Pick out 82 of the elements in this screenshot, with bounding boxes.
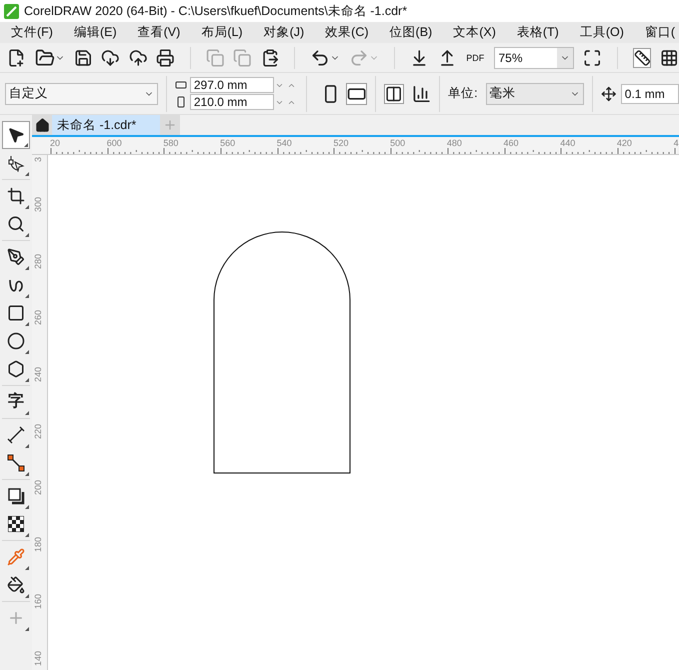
ruler-label: 4 (674, 138, 679, 148)
ruler-label: 200 (33, 480, 43, 496)
ruler-label: 500 (390, 138, 406, 148)
paint-bucket-icon (7, 576, 25, 594)
bars-icon[interactable] (412, 84, 432, 104)
plus-icon (7, 609, 25, 627)
cloud-download-icon[interactable] (101, 48, 120, 68)
unit-label: 单位: (448, 85, 478, 102)
ruler-label: 160 (33, 594, 43, 609)
pointer-icon (7, 126, 25, 144)
menu-item[interactable]: 文件(F) (11, 23, 53, 42)
nudge-icon (601, 86, 617, 102)
ruler-label: 240 (33, 367, 43, 382)
menu-item[interactable]: 文本(X) (453, 23, 496, 42)
app-logo-icon (4, 4, 19, 18)
menu-item[interactable]: 对象(J) (264, 23, 304, 42)
ruler-label: 600 (106, 138, 122, 148)
width-field[interactable]: 297.0 mm (190, 77, 274, 93)
folder-icon[interactable] (34, 48, 55, 68)
zoom-combo[interactable]: 75% (494, 46, 574, 68)
window-title: CorelDRAW 2020 (64-Bit) - C:\Users\fkuef\Documents\未命名 -1.cdr* (24, 2, 408, 20)
page-height-icon (174, 96, 187, 108)
ruler-label: 280 (33, 254, 43, 269)
ruler-icon[interactable] (632, 48, 652, 68)
print-icon[interactable] (156, 48, 175, 68)
ruler-label: 460 (504, 138, 519, 148)
ruler-label: 260 (33, 310, 43, 326)
unit-dropdown[interactable]: 毫米 (486, 82, 584, 104)
hexagon-icon (7, 360, 25, 378)
rectangle-icon (7, 304, 25, 322)
ruler-label: 20 (50, 138, 60, 148)
menu-item[interactable]: 布局(L) (201, 23, 243, 42)
connector-icon (7, 454, 25, 472)
full-screen-icon[interactable] (583, 48, 602, 68)
document-tab[interactable]: 未命名 -1.cdr* (52, 115, 160, 135)
ruler-label: 480 (446, 138, 462, 148)
menu-item[interactable]: 查看(V) (138, 23, 180, 42)
menu-item[interactable]: 工具(O) (580, 23, 624, 42)
menu-item[interactable]: 编辑(E) (74, 23, 117, 42)
eyedropper-icon (7, 548, 25, 566)
plus-icon (163, 118, 177, 132)
ruler-label: 420 (616, 138, 632, 148)
ruler-label: 580 (163, 138, 178, 148)
nudge-field[interactable]: 0.1 mm (620, 84, 679, 104)
page-size-dropdown[interactable]: 自定义 (5, 82, 158, 104)
menu-item[interactable]: 效果(C) (325, 23, 369, 42)
ruler-label: 180 (33, 537, 43, 552)
menu-item[interactable]: 表格(T) (516, 23, 559, 42)
crop-icon (7, 187, 25, 205)
save-icon[interactable] (74, 48, 92, 68)
ruler-label: 560 (220, 138, 236, 148)
menu-item[interactable]: 位图(B) (390, 23, 432, 42)
zoom-icon (7, 215, 25, 233)
grid-icon[interactable] (660, 48, 679, 68)
arch-shape[interactable] (213, 231, 351, 474)
tool-button[interactable] (2, 121, 30, 149)
undo-icon[interactable] (310, 48, 330, 68)
ruler-label: 140 (33, 650, 43, 666)
paste-icon[interactable] (260, 48, 280, 68)
height-field[interactable]: 210.0 mm (190, 94, 274, 110)
checkerboard-icon (8, 516, 24, 532)
cloud-upload-icon[interactable] (128, 48, 148, 68)
ruler-label: 3 (33, 157, 43, 162)
drop-shadow-icon (7, 487, 25, 505)
pdf-button[interactable]: PDF (465, 52, 486, 62)
node-pointer-icon (7, 154, 25, 172)
home-icon (34, 118, 50, 132)
ruler-label: 540 (276, 138, 292, 148)
ruler-label: 440 (560, 138, 576, 148)
page-width-icon (174, 79, 187, 91)
text-tool-glyph: 字 (8, 394, 24, 410)
new-document-icon[interactable] (7, 48, 26, 68)
dimension-line-icon (7, 426, 25, 444)
menu-item[interactable]: 窗口( (644, 23, 676, 42)
pen-icon (7, 248, 25, 266)
home-tab[interactable] (32, 115, 52, 135)
pages-icon[interactable] (384, 84, 404, 104)
ruler-label: 520 (333, 138, 348, 148)
ellipse-icon (7, 332, 25, 350)
ruler-label: 300 (33, 197, 43, 212)
ruler-label: 220 (33, 424, 43, 439)
landscape-icon[interactable] (346, 82, 368, 104)
